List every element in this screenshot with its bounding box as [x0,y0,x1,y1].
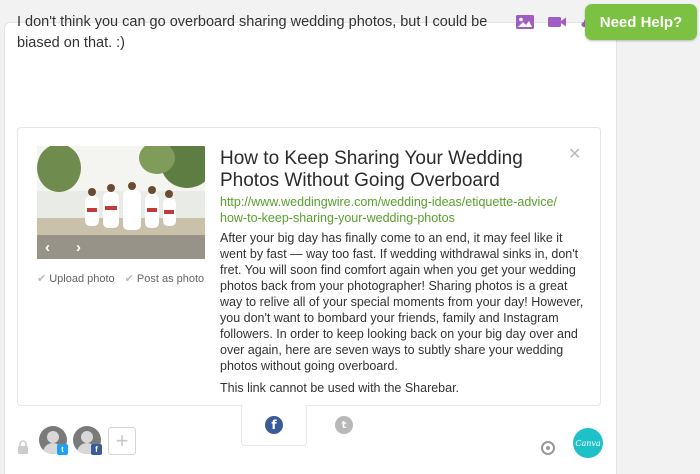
close-icon[interactable]: ✕ [568,144,581,164]
twitter-badge-icon: t [57,444,68,455]
thumbnail-nav: ‹ › [37,235,205,259]
target-icon[interactable] [541,441,555,455]
twitter-icon[interactable]: t [335,416,353,434]
video-icon[interactable] [547,14,567,30]
sharebar-note: This link cannot be used with the Shareb… [220,381,460,395]
photo-options: ✔ Upload photo ✔ Post as photo [37,272,205,286]
preview-url[interactable]: http://www.weddingwire.com/wedding-ideas… [220,194,560,226]
facebook-icon: f [265,416,283,434]
tab-facebook[interactable]: f [241,405,307,446]
preview-title[interactable]: How to Keep Sharing Your Wedding Photos … [220,148,550,192]
page: I don't think you can go overboard shari… [0,0,700,474]
upload-photo-option[interactable]: ✔ Upload photo [37,272,115,286]
image-icon[interactable] [515,14,535,30]
check-icon: ✔ [37,273,47,285]
post-text-input[interactable]: I don't think you can go overboard shari… [17,12,507,54]
upload-photo-label: Upload photo [49,272,115,285]
chevron-left-icon[interactable]: ‹ [45,240,50,255]
canva-button[interactable]: Canva [573,428,603,458]
chevron-right-icon[interactable]: › [76,240,81,255]
facebook-badge-icon: f [91,444,102,455]
lock-icon[interactable] [17,440,29,454]
add-account-button[interactable]: + [108,427,136,455]
link-preview-card: ‹ › ✔ Upload photo ✔ Post as photo ✕ How… [17,127,601,406]
post-as-photo-option[interactable]: ✔ Post as photo [124,272,205,286]
preview-thumbnail: ‹ › [37,146,205,259]
check-icon: ✔ [124,273,134,285]
need-help-button[interactable]: Need Help? [585,4,697,40]
post-as-photo-label: Post as photo [136,272,205,285]
preview-description[interactable]: After your big day has finally come to a… [220,230,590,374]
